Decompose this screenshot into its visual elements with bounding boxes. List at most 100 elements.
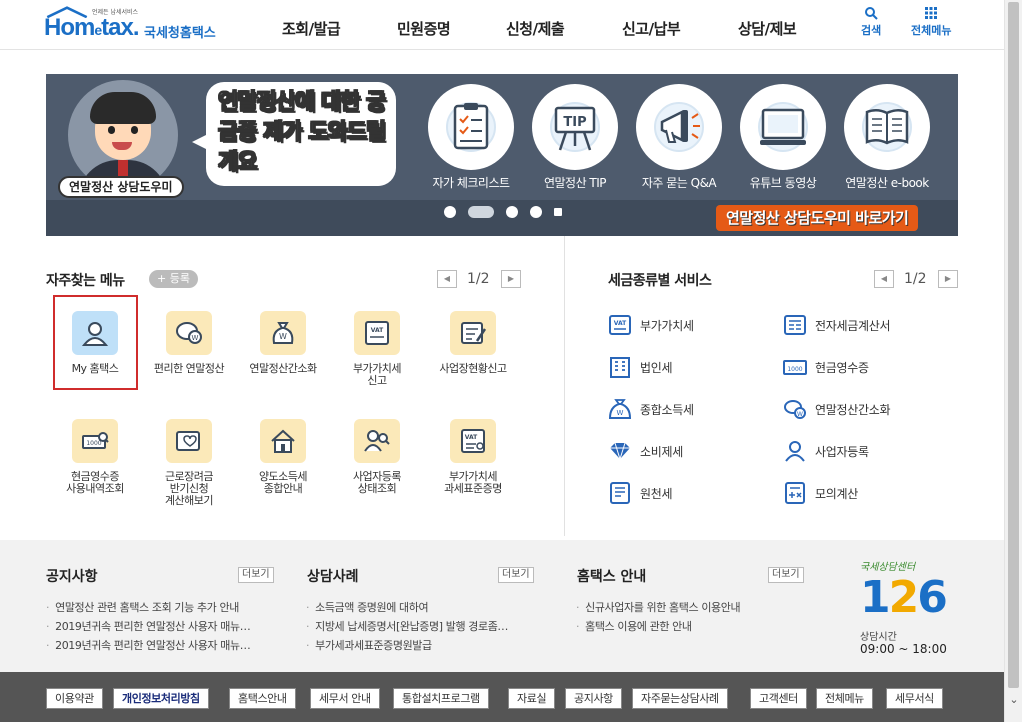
youtube-label[interactable]: 유튜브 동영상 bbox=[723, 174, 843, 191]
list-item[interactable]: 소득금액 증명원에 대하여 bbox=[306, 598, 508, 617]
list-item[interactable]: 홈택스 이용에 관한 안내 bbox=[576, 617, 740, 636]
faq-label[interactable]: 자주 묻는 Q&A bbox=[619, 174, 739, 191]
quick-menu-item-my-hometax[interactable]: My 홈택스 bbox=[49, 311, 141, 375]
vat-icon: VAT bbox=[365, 321, 389, 345]
ebook-label[interactable]: 연말정산 e-book bbox=[827, 174, 947, 191]
mascot-label: 연말정산 상담도우미 bbox=[58, 176, 184, 198]
quick-menu-icon-box bbox=[72, 311, 118, 355]
hometax-guide-more-button[interactable]: 더보기 bbox=[768, 567, 804, 583]
quick-menu-item-business-status-report[interactable]: 사업장현황신고 bbox=[427, 311, 519, 375]
nav-civil-certificates[interactable]: 민원증명 bbox=[397, 18, 451, 39]
checklist-icon bbox=[453, 103, 489, 150]
list-item[interactable]: 신규사업자를 위한 홈택스 이용안내 bbox=[576, 598, 740, 617]
quick-menu-item-easy-settlement[interactable]: W 편리한 연말정산 bbox=[143, 311, 235, 375]
quick-menu-item-label: 연말정산간소화 bbox=[249, 362, 317, 375]
nav-lookup-issue[interactable]: 조회/발급 bbox=[282, 18, 341, 39]
svg-text:1000: 1000 bbox=[787, 366, 802, 373]
quick-menu-item-label: 사업장현황신고 bbox=[439, 362, 507, 375]
notices-more-button[interactable]: 더보기 bbox=[238, 567, 274, 583]
list-item[interactable]: 2019년귀속 편리한 연말정산 사용자 매뉴… bbox=[46, 636, 251, 655]
footer-link-notices[interactable]: 공지사항 bbox=[565, 688, 622, 709]
tip-button[interactable]: TIP bbox=[532, 84, 618, 170]
svg-text:VAT: VAT bbox=[465, 434, 478, 441]
footer-link-archive[interactable]: 자료실 bbox=[508, 688, 556, 709]
footer-link-privacy[interactable]: 개인정보처리방침 bbox=[113, 688, 209, 709]
hometax-guide-title: 홈택스 안내 bbox=[577, 569, 647, 585]
megaphone-icon bbox=[660, 109, 700, 143]
checklist-label[interactable]: 자가 체크리스트 bbox=[411, 174, 531, 191]
hometax-logo[interactable]: 언제든 납세서비스 Hometax. 국세청홈택스 bbox=[44, 4, 234, 44]
scroll-down-icon[interactable]: ⌄ bbox=[1005, 690, 1022, 710]
carousel-dot[interactable] bbox=[554, 208, 562, 216]
footer-link-installer[interactable]: 통합설치프로그램 bbox=[393, 688, 489, 709]
carousel-dot[interactable] bbox=[506, 206, 518, 218]
nav-consult-report[interactable]: 상담/제보 bbox=[738, 18, 797, 39]
tip-label[interactable]: 연말정산 TIP bbox=[515, 174, 635, 191]
footer-link-hometax-guide[interactable]: 홈택스안내 bbox=[229, 688, 296, 709]
quick-menu-item-label: 현금영수증 사용내역조회 bbox=[66, 470, 124, 495]
tip-easel-icon: TIP bbox=[554, 106, 596, 151]
carousel-dot[interactable] bbox=[444, 206, 456, 218]
quick-menu-item-business-status-lookup[interactable]: 사업자등록 상태조회 bbox=[331, 419, 423, 495]
quick-menu-item-label: My 홈택스 bbox=[71, 362, 119, 375]
footer-link-all-menu[interactable]: 전체메뉴 bbox=[816, 688, 873, 709]
monitor-icon bbox=[760, 108, 806, 145]
nav-report-pay[interactable]: 신고/납부 bbox=[622, 18, 681, 39]
quick-menu-item-transfer-income-tax[interactable]: 양도소득세 종합안내 bbox=[237, 419, 329, 495]
vat-doc-icon: VAT bbox=[461, 429, 485, 453]
call-center-hours: 09:00 ~ 18:00 bbox=[860, 642, 947, 656]
footer-link-terms[interactable]: 이용약관 bbox=[46, 688, 103, 709]
year-end-settlement-banner[interactable]: 연말정산 상담도우미 연말정산에 대한 궁금증 제가 도와드릴게요 자가 체크리… bbox=[46, 74, 958, 236]
checklist-button[interactable] bbox=[428, 84, 514, 170]
carousel-dot[interactable] bbox=[530, 206, 542, 218]
quick-menu-next-button[interactable]: ▶ bbox=[501, 270, 521, 288]
youtube-button[interactable] bbox=[740, 84, 826, 170]
notice-section: 공지사항 더보기 연말정산 관련 홈택스 조회 기능 추가 안내 2019년귀속… bbox=[0, 540, 1004, 672]
quick-menu-item-work-incentive[interactable]: 근로장려금 반기신청 계산해보기 bbox=[143, 419, 235, 507]
footer-link-faq-cases[interactable]: 자주묻는상담사례 bbox=[632, 688, 728, 709]
list-item[interactable]: 부가세과세표준증명원발급 bbox=[306, 636, 508, 655]
grid-menu-icon bbox=[911, 6, 951, 22]
footer-link-tax-forms[interactable]: 세무서식 bbox=[886, 688, 943, 709]
faq-button[interactable] bbox=[636, 84, 722, 170]
tax-service-label: 법인세 bbox=[640, 361, 673, 375]
quick-menu-item-label: 부가가치세 신고 bbox=[352, 362, 402, 387]
quick-menu-item-vat-report[interactable]: VAT 부가가치세 신고 bbox=[331, 311, 423, 387]
money-bag-icon: W bbox=[272, 322, 294, 344]
quick-menu-item-settlement-simplified[interactable]: W 연말정산간소화 bbox=[237, 311, 329, 375]
tax-service-label: 종합소득세 bbox=[640, 403, 694, 417]
carousel-dot[interactable] bbox=[468, 206, 494, 218]
tax-service-label: 현금영수증 bbox=[815, 361, 869, 375]
quick-menu-prev-button[interactable]: ◀ bbox=[437, 270, 457, 288]
list-item[interactable]: 지방세 납세증명서[완납증명] 발행 경로좀… bbox=[306, 617, 508, 636]
speech-bubble-text: 연말정산에 대한 궁금증 제가 도와드릴게요 bbox=[218, 90, 387, 176]
all-menu-label: 전체메뉴 bbox=[911, 24, 952, 37]
svg-text:W: W bbox=[279, 332, 287, 341]
quick-menu-icon-box: VAT bbox=[354, 311, 400, 355]
tax-services-prev-button[interactable]: ◀ bbox=[874, 270, 894, 288]
search-button[interactable]: 검색 bbox=[861, 6, 881, 38]
vertical-scrollbar[interactable]: ⌄ bbox=[1004, 0, 1022, 722]
scrollbar-thumb[interactable] bbox=[1008, 2, 1019, 688]
ebook-button[interactable] bbox=[844, 84, 930, 170]
all-menu-button[interactable]: 전체메뉴 bbox=[911, 6, 951, 38]
list-item[interactable]: 2019년귀속 편리한 연말정산 사용자 매뉴… bbox=[46, 617, 251, 636]
quick-menu-icon-box bbox=[354, 419, 400, 463]
logo-wordmark: Hometax. bbox=[44, 14, 140, 42]
nav-apply-submit[interactable]: 신청/제출 bbox=[506, 18, 565, 39]
tax-services-next-button[interactable]: ▶ bbox=[938, 270, 958, 288]
quick-menu-item-label: 사업자등록 상태조회 bbox=[352, 470, 402, 495]
quick-menu-item-vat-standard-cert[interactable]: VAT 부가가치세 과세표준증명 bbox=[427, 419, 519, 495]
quick-menu-item-cash-receipt-history[interactable]: 1000 현금영수증 사용내역조회 bbox=[49, 419, 141, 495]
footer-link-tax-office[interactable]: 세무서 안내 bbox=[310, 688, 380, 709]
call-center-digit: 6 bbox=[917, 572, 948, 623]
report-icon bbox=[461, 322, 487, 344]
call-center-126[interactable]: 국세상담센터 126 상담시간 09:00 ~ 18:00 bbox=[858, 558, 968, 658]
register-button[interactable]: + 등록 bbox=[149, 270, 198, 288]
footer-link-customer-center[interactable]: 고객센터 bbox=[750, 688, 807, 709]
consult-cases-more-button[interactable]: 더보기 bbox=[498, 567, 534, 583]
consult-helper-link-button[interactable]: 연말정산 상담도우미 바로가기 bbox=[716, 205, 919, 231]
list-item[interactable]: 연말정산 관련 홈택스 조회 기능 추가 안내 bbox=[46, 598, 250, 617]
call-center-hours-label: 상담시간 bbox=[860, 632, 897, 643]
hometax-guide-list: 신규사업자를 위한 홈택스 이용안내 홈택스 이용에 관한 안내 bbox=[576, 598, 740, 636]
